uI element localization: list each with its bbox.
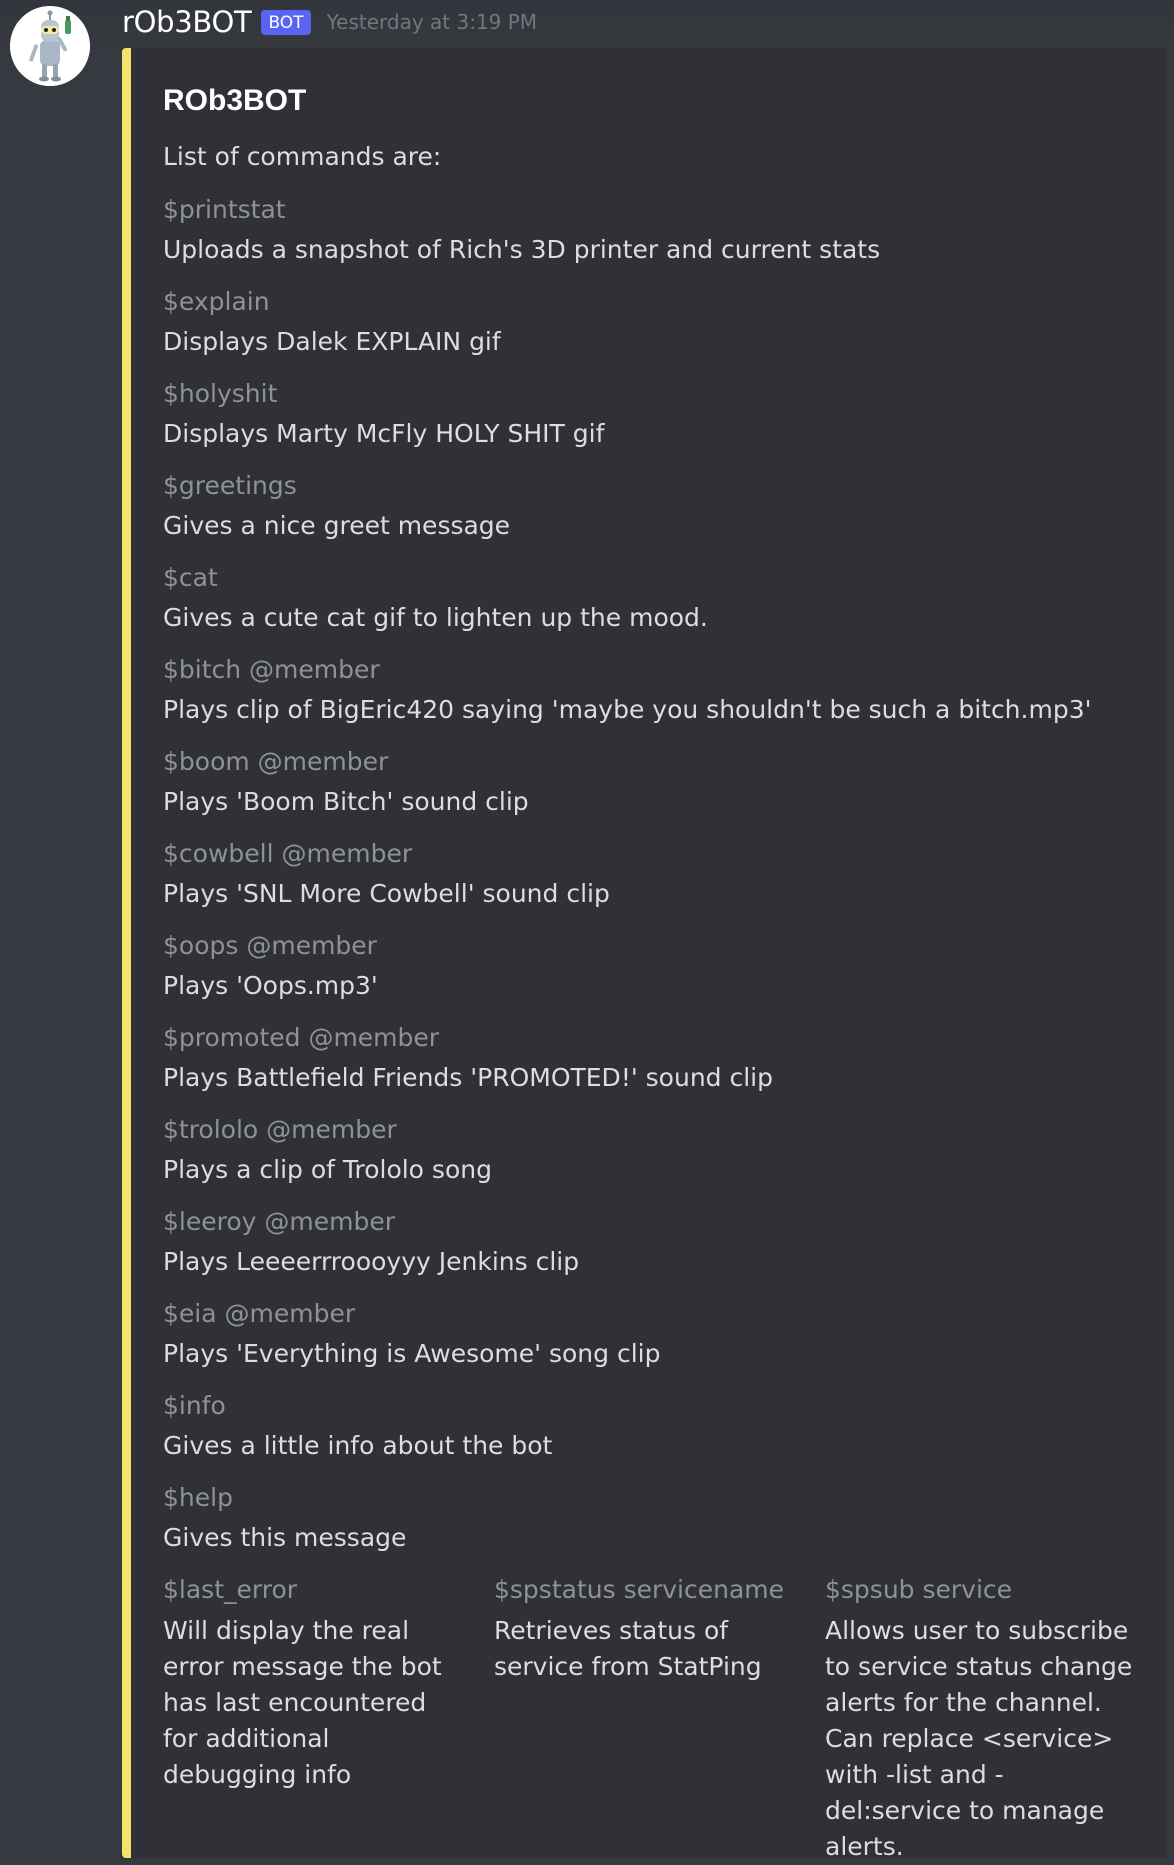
field-value: Uploads a snapshot of Rich's 3D printer … xyxy=(163,235,881,264)
field-explain: $explain Displays Dalek EXPLAIN gif xyxy=(163,285,1113,359)
field-name: $trololo @member xyxy=(163,1115,397,1144)
field-boom: $boom @member Plays 'Boom Bitch' sound c… xyxy=(163,745,1113,819)
field-value: Will display the real error message the … xyxy=(163,1616,442,1789)
field-info: $info Gives a little info about the bot xyxy=(163,1389,1113,1463)
field-name: $cowbell @member xyxy=(163,839,413,868)
field-help: $help Gives this message xyxy=(163,1481,1113,1555)
field-name: $printstat xyxy=(163,195,286,224)
field-eia: $eia @member Plays 'Everything is Awesom… xyxy=(163,1297,1113,1371)
bot-avatar[interactable] xyxy=(10,6,90,86)
inline-field-spstatus: $spstatus servicename Retrieves status o… xyxy=(494,1573,799,1685)
field-value: Gives this message xyxy=(163,1523,407,1552)
field-value: Gives a little info about the bot xyxy=(163,1431,553,1460)
field-value: Plays 'Oops.mp3' xyxy=(163,971,378,1000)
field-value: Plays 'Boom Bitch' sound clip xyxy=(163,787,529,816)
field-greetings: $greetings Gives a nice greet message xyxy=(163,469,1113,543)
field-value: Allows user to subscribe to service stat… xyxy=(825,1616,1133,1861)
message-timestamp[interactable]: Yesterday at 3:19 PM xyxy=(327,10,538,34)
field-name: $promoted @member xyxy=(163,1023,440,1052)
field-holyshit: $holyshit Displays Marty McFly HOLY SHIT… xyxy=(163,377,1113,451)
field-cat: $cat Gives a cute cat gif to lighten up … xyxy=(163,561,1113,635)
field-cowbell: $cowbell @member Plays 'SNL More Cowbell… xyxy=(163,837,1113,911)
field-name: $bitch @member xyxy=(163,655,380,684)
embed-card: ROb3BOT List of commands are: $printstat… xyxy=(122,48,1167,1861)
bot-tag-badge: BOT xyxy=(261,9,311,35)
field-name: $last_error xyxy=(163,1575,298,1604)
field-name: $cat xyxy=(163,563,218,592)
robot-avatar-icon xyxy=(10,6,90,86)
field-bitch: $bitch @member Plays clip of BigEric420 … xyxy=(163,653,1113,727)
message-header: rOb3BOT BOT Yesterday at 3:19 PM xyxy=(122,0,537,44)
field-name: $spstatus servicename xyxy=(494,1575,785,1604)
field-name: $spsub service xyxy=(825,1575,1013,1604)
embed-description: List of commands are: xyxy=(163,142,442,171)
field-value: Displays Marty McFly HOLY SHIT gif xyxy=(163,419,605,448)
field-value: Plays 'SNL More Cowbell' sound clip xyxy=(163,879,610,908)
field-leeroy: $leeroy @member Plays Leeeerrroooyyy Jen… xyxy=(163,1205,1113,1279)
inline-field-last-error: $last_error Will display the real error … xyxy=(163,1573,468,1793)
field-name: $eia @member xyxy=(163,1299,356,1328)
field-name: $greetings xyxy=(163,471,297,500)
field-value: Plays 'Everything is Awesome' song clip xyxy=(163,1339,661,1368)
field-value: Plays a clip of Trololo song xyxy=(163,1155,492,1184)
field-value: Plays Leeeerrroooyyy Jenkins clip xyxy=(163,1247,580,1276)
inline-field-spsub: $spsub service Allows user to subscribe … xyxy=(825,1573,1135,1865)
field-name: $info xyxy=(163,1391,226,1420)
field-promoted: $promoted @member Plays Battlefield Frie… xyxy=(163,1021,1113,1095)
field-trololo: $trololo @member Plays a clip of Trololo… xyxy=(163,1113,1113,1187)
field-value: Plays clip of BigEric420 saying 'maybe y… xyxy=(163,695,1092,724)
field-name: $help xyxy=(163,1483,233,1512)
field-name: $explain xyxy=(163,287,270,316)
field-printstat: $printstat Uploads a snapshot of Rich's … xyxy=(163,193,1113,267)
embed-title: ROb3BOT xyxy=(163,84,307,117)
field-name: $holyshit xyxy=(163,379,278,408)
field-oops: $oops @member Plays 'Oops.mp3' xyxy=(163,929,1113,1003)
field-value: Plays Battlefield Friends 'PROMOTED!' so… xyxy=(163,1063,773,1092)
field-value: Retrieves status of service from StatPin… xyxy=(494,1616,762,1681)
field-name: $oops @member xyxy=(163,931,377,960)
field-value: Displays Dalek EXPLAIN gif xyxy=(163,327,501,356)
field-value: Gives a nice greet message xyxy=(163,511,511,540)
field-name: $boom @member xyxy=(163,747,389,776)
username[interactable]: rOb3BOT xyxy=(122,5,252,39)
field-name: $leeroy @member xyxy=(163,1207,395,1236)
field-value: Gives a cute cat gif to lighten up the m… xyxy=(163,603,708,632)
